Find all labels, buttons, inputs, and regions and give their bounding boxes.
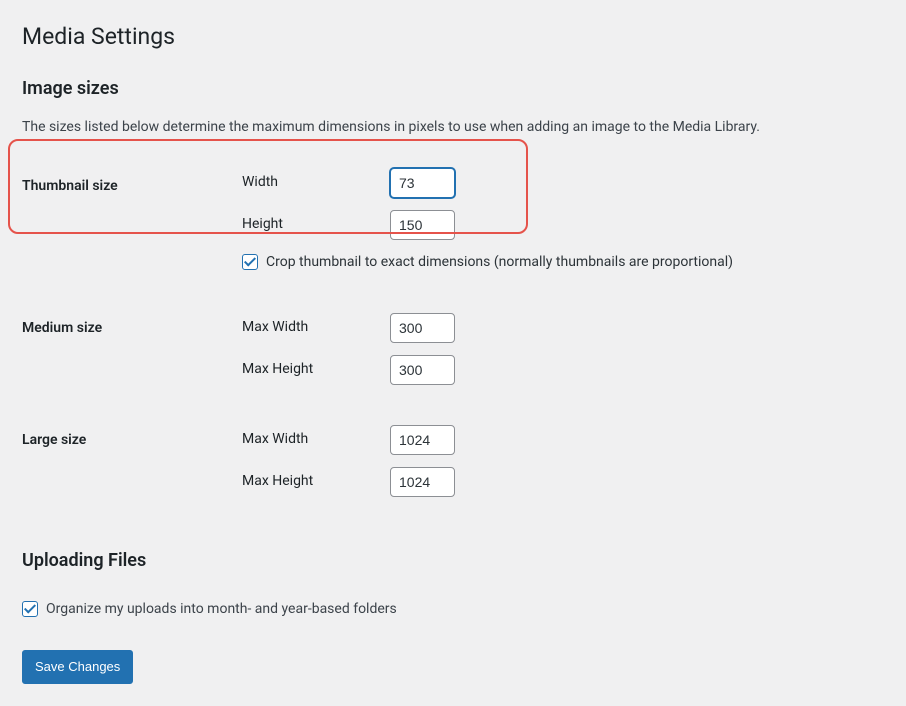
large-height-label: Max Height	[242, 471, 390, 492]
large-height-input[interactable]	[390, 467, 455, 497]
thumbnail-crop-label[interactable]: Crop thumbnail to exact dimensions (norm…	[266, 252, 733, 273]
thumbnail-crop-checkbox[interactable]	[242, 254, 258, 270]
page-title: Media Settings	[22, 20, 884, 55]
image-sizes-description: The sizes listed below determine the max…	[22, 117, 884, 138]
image-sizes-heading: Image sizes	[22, 75, 884, 102]
thumbnail-height-input[interactable]	[390, 210, 455, 240]
large-width-label: Max Width	[242, 429, 390, 450]
large-width-input[interactable]	[390, 425, 455, 455]
thumbnail-width-label: Width	[242, 172, 390, 193]
thumbnail-width-input[interactable]	[390, 168, 455, 198]
medium-width-input[interactable]	[390, 313, 455, 343]
uploading-files-heading: Uploading Files	[22, 547, 884, 574]
thumbnail-height-label: Height	[242, 214, 390, 235]
medium-height-label: Max Height	[242, 359, 390, 380]
medium-size-label: Medium size	[22, 283, 242, 395]
medium-height-input[interactable]	[390, 355, 455, 385]
organize-uploads-checkbox[interactable]	[22, 601, 38, 617]
save-changes-button[interactable]: Save Changes	[22, 650, 133, 685]
thumbnail-size-label: Thumbnail size	[22, 158, 242, 283]
organize-uploads-label[interactable]: Organize my uploads into month- and year…	[46, 599, 397, 620]
large-size-label: Large size	[22, 395, 242, 507]
medium-width-label: Max Width	[242, 317, 390, 338]
